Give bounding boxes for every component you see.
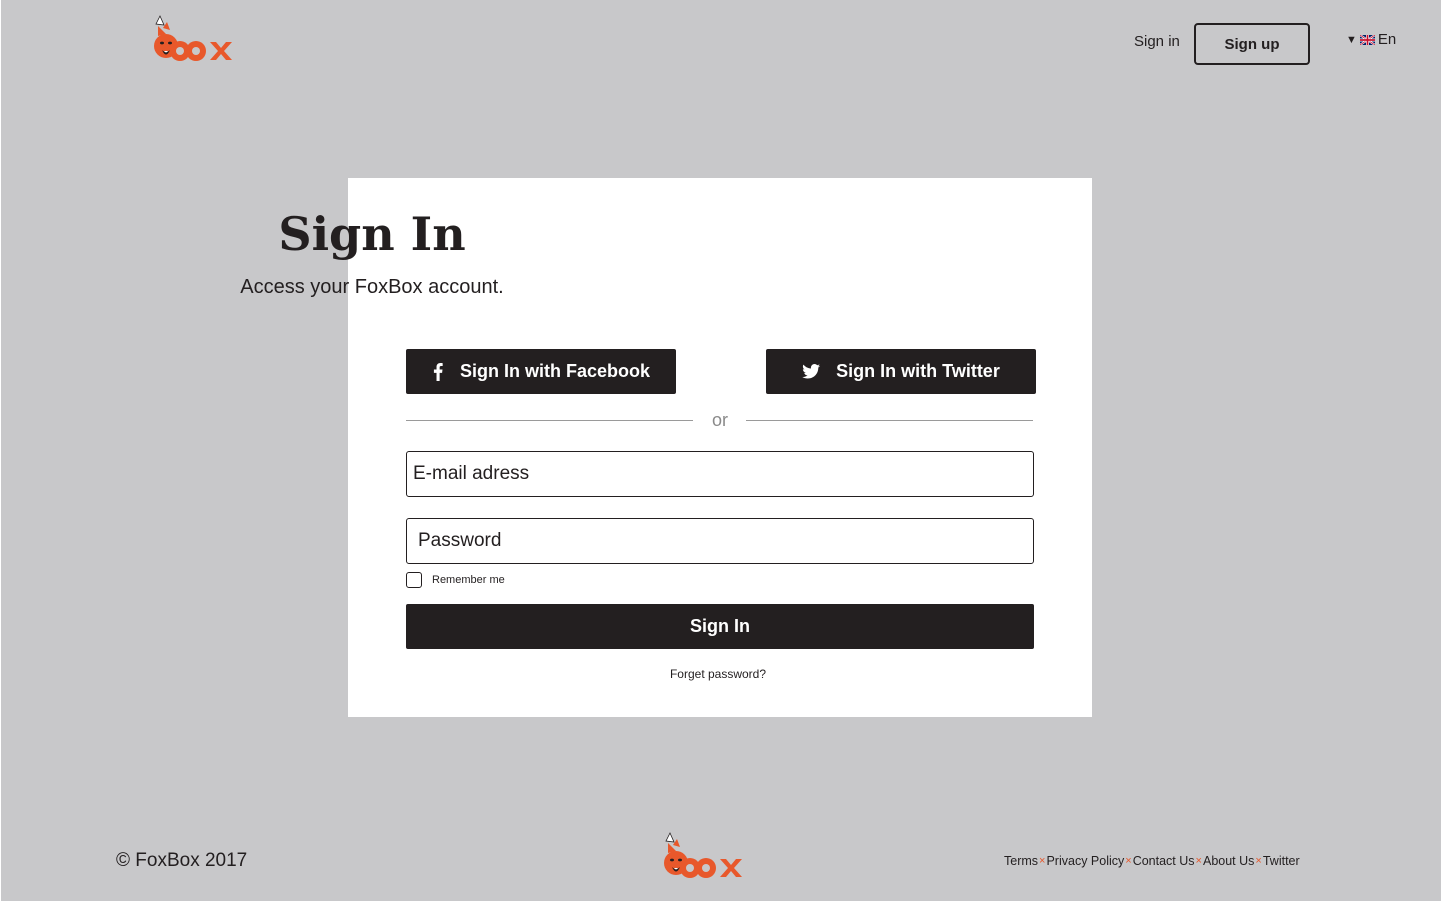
- footer-link-about-us[interactable]: About Us: [1203, 854, 1254, 868]
- language-label: En: [1377, 31, 1397, 48]
- twitter-icon: [802, 364, 821, 379]
- page-subtitle: Access your FoxBox account.: [240, 276, 504, 298]
- footer-separator: ×: [1255, 855, 1262, 867]
- footer-link-twitter[interactable]: Twitter: [1263, 854, 1300, 868]
- divider-or-text: or: [711, 410, 728, 430]
- footer-separator: ×: [1195, 855, 1202, 867]
- facebook-signin-label: Sign In with Facebook: [459, 361, 650, 381]
- uk-flag-icon: [1359, 34, 1375, 45]
- footer-separator: ×: [1125, 855, 1132, 867]
- remember-me-checkbox[interactable]: [406, 572, 422, 588]
- caret-down-icon: ▼: [1346, 33, 1357, 46]
- language-selector[interactable]: ▼ En: [1346, 31, 1396, 48]
- nav-signup-button[interactable]: Sign up: [1194, 23, 1310, 65]
- signin-submit-button[interactable]: Sign In: [406, 604, 1034, 649]
- password-field[interactable]: [406, 518, 1034, 564]
- footer-foxbox-logo[interactable]: [662, 831, 746, 883]
- foxbox-logo[interactable]: [152, 14, 236, 66]
- twitter-signin-label: Sign In with Twitter: [836, 361, 1000, 381]
- footer-link-terms[interactable]: Terms: [1004, 854, 1038, 868]
- remember-me-label[interactable]: Remember me: [432, 574, 505, 586]
- forgot-password-link[interactable]: Forget password?: [618, 667, 818, 681]
- remember-me: Remember me: [406, 572, 505, 588]
- twitter-signin-button[interactable]: Sign In with Twitter: [766, 349, 1036, 394]
- footer-link-contact-us[interactable]: Contact Us: [1133, 854, 1195, 868]
- divider-line-left: [406, 420, 693, 421]
- email-field[interactable]: [406, 451, 1034, 497]
- divider-line-right: [746, 420, 1033, 421]
- footer-separator: ×: [1039, 855, 1046, 867]
- footer-links: Terms × Privacy Policy × Contact Us × Ab…: [1004, 854, 1300, 868]
- page-title: Sign In: [278, 207, 466, 261]
- nav-signin-link[interactable]: Sign in: [1134, 33, 1180, 50]
- footer-link-privacy-policy[interactable]: Privacy Policy: [1046, 854, 1124, 868]
- footer-copyright: © FoxBox 2017: [116, 850, 248, 871]
- facebook-icon: [433, 362, 443, 381]
- facebook-signin-button[interactable]: Sign In with Facebook: [406, 349, 676, 394]
- page-edge: [0, 0, 1, 901]
